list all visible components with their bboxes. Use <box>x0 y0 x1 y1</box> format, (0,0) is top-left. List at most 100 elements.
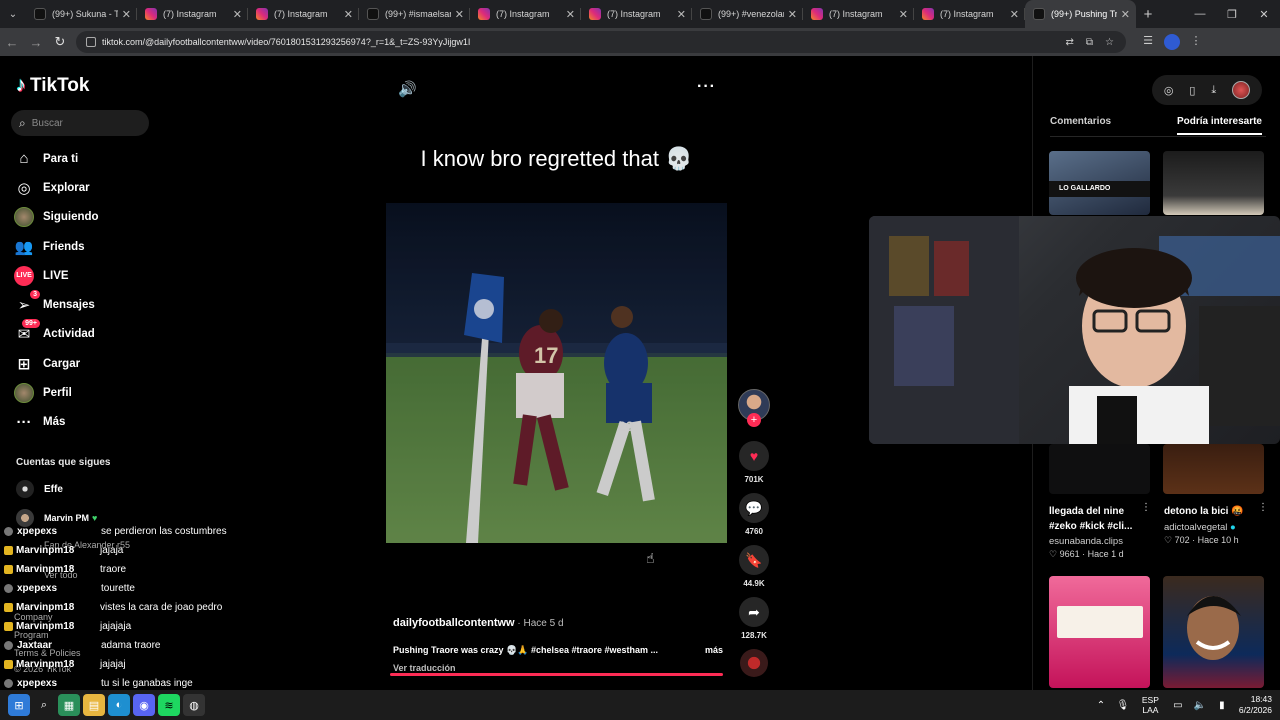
video-player[interactable]: 17 20 <box>386 203 727 543</box>
card-author[interactable]: esunabanda.clips <box>1049 536 1123 547</box>
music-disc-button[interactable] <box>737 649 771 677</box>
tab-you-may-like[interactable]: Podría interesarte <box>1176 116 1262 135</box>
card-title[interactable]: detono la bici 🤬 <box>1164 504 1266 519</box>
search-box[interactable]: ⌕ <box>11 110 149 136</box>
recommended-thumbnail[interactable] <box>1049 576 1150 688</box>
tiktok-logo[interactable]: ♪ TikTok <box>16 74 89 97</box>
browser-menu-icon[interactable]: ⋮ <box>1184 34 1208 50</box>
card-title[interactable]: llegada del nine #zeko #kick #cli... <box>1049 504 1151 534</box>
recommended-thumbnail[interactable] <box>1163 576 1264 688</box>
reload-icon[interactable]: ↻ <box>48 34 72 50</box>
browser-tab[interactable]: (7) Instagram ✕ <box>914 0 1025 28</box>
browser-tab[interactable]: (99+) Sukuna - Te ✕ <box>26 0 137 28</box>
description-text: Pushing Traore was crazy 💀🙏 #chelsea #tr… <box>393 645 659 655</box>
translate-link[interactable]: Ver traducción <box>393 663 723 673</box>
following-account[interactable]: Effe <box>16 480 63 498</box>
card-more-icon[interactable]: ⋮ <box>1258 502 1268 513</box>
bookmark-star-icon[interactable]: ☆ <box>1105 37 1114 48</box>
sidebar-item-mensajes[interactable]: ➢ 3 Mensajes <box>14 290 99 319</box>
browser-tab[interactable]: (7) Instagram ✕ <box>470 0 581 28</box>
spotify-icon[interactable]: ≋ <box>158 694 180 716</box>
follow-plus-icon[interactable]: + <box>747 413 761 427</box>
close-tab-icon[interactable]: ✕ <box>122 8 131 21</box>
browser-tab[interactable]: (7) Instagram ✕ <box>581 0 692 28</box>
sidebar-item-siguiendo[interactable]: Siguiendo <box>14 203 99 232</box>
browser-tab[interactable]: (99+) #ismaelsanc ✕ <box>359 0 470 28</box>
tab-search-icon[interactable]: ⌄ <box>0 0 26 28</box>
tab-comments[interactable]: Comentarios <box>1050 116 1111 135</box>
url-field[interactable]: tiktok.com/@dailyfootballcontentww/video… <box>76 31 1126 53</box>
recommended-thumbnail[interactable]: LO GALLARDO <box>1049 151 1150 215</box>
sidebar-item-friends[interactable]: 👥 Friends <box>14 232 99 261</box>
like-button[interactable]: ♥ 701K <box>737 441 771 484</box>
widgets-icon[interactable]: ▦ <box>58 694 80 716</box>
back-icon[interactable]: ← <box>0 35 24 50</box>
search-icon[interactable]: ⌕ <box>33 694 55 716</box>
close-tab-icon[interactable]: ✕ <box>344 8 353 21</box>
browser-tab[interactable]: (99+) #venezolano ✕ <box>692 0 803 28</box>
language-indicator[interactable]: ESP LAA <box>1142 695 1159 715</box>
microphone-icon[interactable]: 🎙 <box>1112 700 1134 711</box>
recommended-thumbnail[interactable] <box>1163 444 1264 494</box>
close-tab-icon[interactable]: ✕ <box>233 8 242 21</box>
close-tab-icon[interactable]: ✕ <box>455 8 464 21</box>
taskbar-clock[interactable]: 18:43 6/2/2026 <box>1239 694 1272 716</box>
discord-icon[interactable]: ◉ <box>133 694 155 716</box>
close-tab-icon[interactable]: ✕ <box>1010 8 1019 21</box>
install-icon[interactable]: ⧉ <box>1086 37 1093 48</box>
sidebar-item-más[interactable]: ··· Más <box>14 408 99 437</box>
chat-username: Jaxtaar <box>17 639 53 651</box>
close-tab-icon[interactable]: ✕ <box>899 8 908 21</box>
sidebar-item-cargar[interactable]: ⊞ Cargar <box>14 349 99 378</box>
start-icon[interactable]: ⊞ <box>8 694 30 716</box>
explorer-icon[interactable]: ▤ <box>83 694 105 716</box>
search-input[interactable] <box>31 117 132 129</box>
sidebar-item-perfil[interactable]: Perfil <box>14 378 99 407</box>
network-icon[interactable]: ▭ <box>1167 700 1189 711</box>
sidebar-item-live[interactable]: LIVE LIVE <box>14 261 99 290</box>
download-icon[interactable]: ⤓ <box>1211 84 1216 97</box>
obs-icon[interactable]: ◍ <box>183 694 205 716</box>
minimize-icon[interactable]: — <box>1184 0 1216 28</box>
video-progress-bar[interactable] <box>390 673 723 676</box>
reading-list-icon[interactable]: ☰ <box>1136 34 1160 50</box>
comment-button[interactable]: 💬 4760 <box>737 493 771 536</box>
new-tab-button[interactable]: + <box>1136 6 1160 23</box>
creator-avatar-button[interactable]: + <box>737 389 771 427</box>
save-button[interactable]: 🔖 44.9K <box>737 545 771 588</box>
user-avatar[interactable] <box>1232 81 1251 99</box>
card-more-icon[interactable]: ⋮ <box>1141 502 1151 513</box>
translate-icon[interactable]: ⇄ <box>1066 37 1074 48</box>
crown-badge-icon <box>4 564 13 574</box>
sidebar-item-para-ti[interactable]: ⌂ Para ti <box>14 144 99 173</box>
forward-icon[interactable]: → <box>24 35 48 50</box>
close-tab-icon[interactable]: ✕ <box>1121 8 1130 21</box>
sidebar-item-actividad[interactable]: ✉ 99+ Actividad <box>14 319 99 349</box>
more-link[interactable]: más <box>705 645 723 656</box>
share-button[interactable]: ➦ 128.7K <box>737 597 771 640</box>
browser-tab[interactable]: (7) Instagram ✕ <box>137 0 248 28</box>
volume-icon[interactable]: 🔊 <box>398 80 417 98</box>
browser-tab[interactable]: (99+) Pushing Trao ✕ <box>1025 0 1136 28</box>
speaker-icon[interactable]: 🔈 <box>1189 700 1211 711</box>
battery-icon[interactable]: ▮ <box>1211 700 1233 711</box>
card-author[interactable]: adictoalvegetal ● <box>1164 522 1236 533</box>
browser-tab[interactable]: (7) Instagram ✕ <box>803 0 914 28</box>
sidebar-item-explorar[interactable]: ◎ Explorar <box>14 173 99 202</box>
recommended-thumbnail[interactable] <box>1049 444 1150 494</box>
site-info-icon[interactable] <box>86 37 96 47</box>
close-tab-icon[interactable]: ✕ <box>788 8 797 21</box>
edge-icon[interactable]: ◐ <box>108 694 130 716</box>
close-tab-icon[interactable]: ✕ <box>566 8 575 21</box>
recommended-thumbnail[interactable] <box>1163 151 1264 215</box>
compass-icon[interactable]: ◎ <box>1164 84 1174 97</box>
author-name[interactable]: dailyfootballcontentww <box>393 617 515 629</box>
browser-tab[interactable]: (7) Instagram ✕ <box>248 0 359 28</box>
more-options-icon[interactable]: ··· <box>697 78 716 96</box>
profile-avatar-icon[interactable] <box>1164 34 1180 50</box>
maximize-icon[interactable]: ❐ <box>1216 0 1248 28</box>
tray-chevron-icon[interactable]: ⌃ <box>1090 700 1112 711</box>
phone-icon[interactable]: ▯ <box>1189 84 1195 97</box>
close-window-icon[interactable]: ✕ <box>1248 0 1280 28</box>
close-tab-icon[interactable]: ✕ <box>677 8 686 21</box>
